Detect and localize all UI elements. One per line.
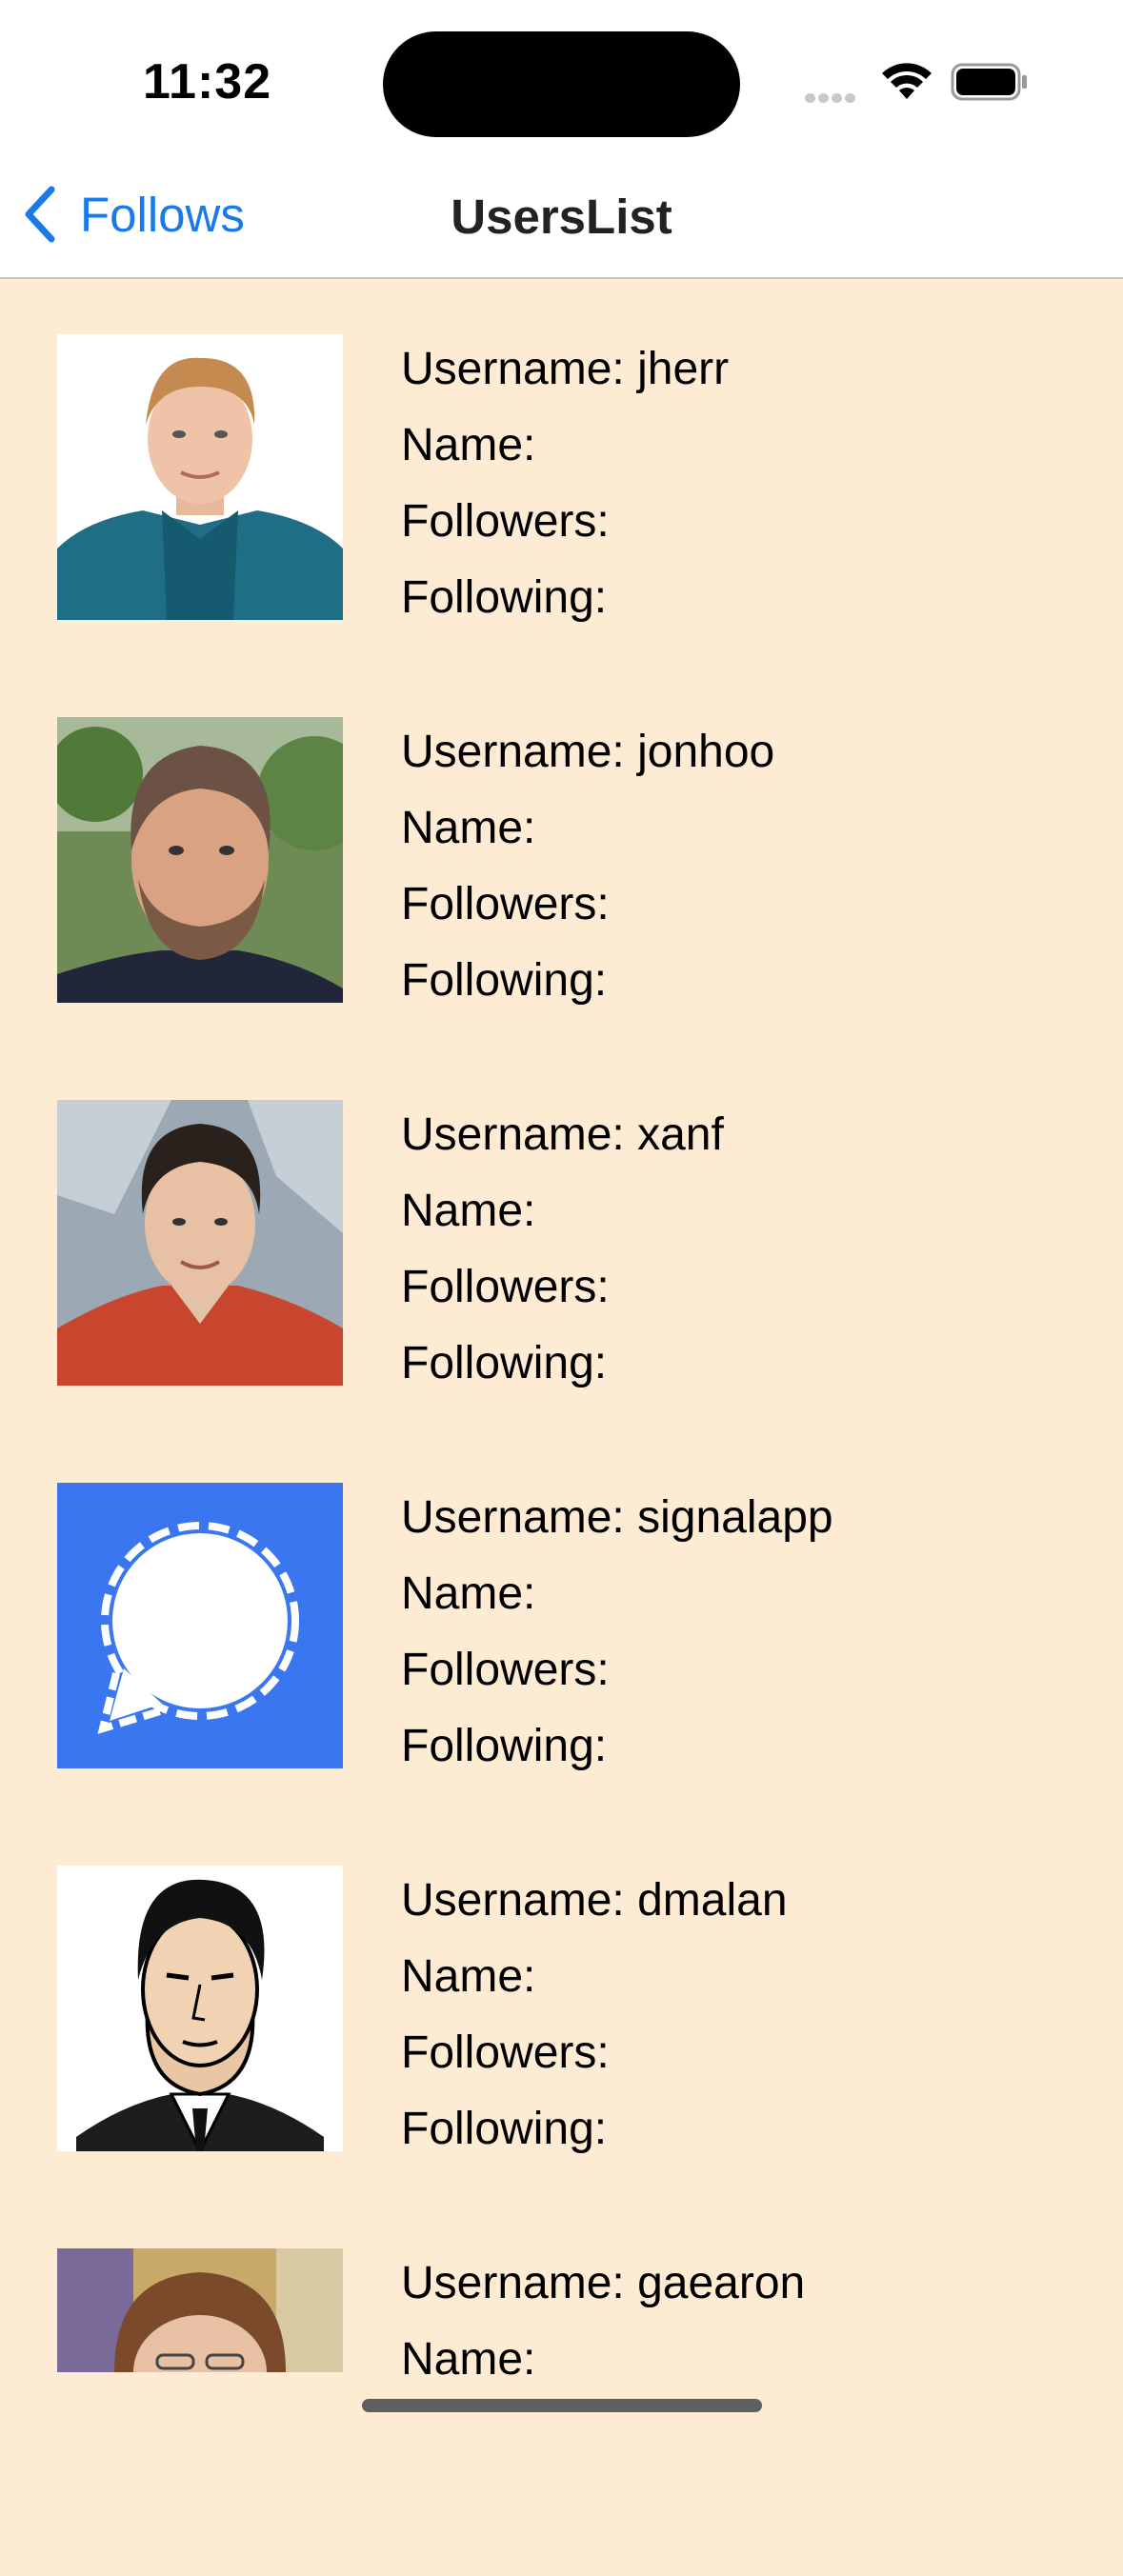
name-text: Name: — [401, 420, 536, 470]
following-text: Following: — [401, 955, 608, 1006]
name-text: Name: — [401, 1568, 536, 1619]
list-item[interactable]: Username: dmalan Name: Followers: Follow… — [0, 1810, 1123, 2193]
name-text: Name: — [401, 1186, 536, 1236]
username-text: Username: jherr — [401, 344, 730, 394]
username-text: Username: dmalan — [401, 1875, 788, 1926]
following-text: Following: — [401, 1338, 608, 1388]
username-text: Username: jonhoo — [401, 727, 775, 777]
cellular-signal-icon — [805, 90, 858, 108]
top-bar: 11:32 Follows UsersList — [0, 0, 1123, 279]
list-item[interactable]: Username: xanf Name: Followers: Followin… — [0, 1045, 1123, 1428]
avatar — [57, 2248, 343, 2372]
followers-text: Followers: — [401, 496, 610, 547]
status-time: 11:32 — [143, 54, 272, 110]
avatar — [57, 1483, 343, 1768]
dynamic-island — [383, 31, 740, 137]
avatar — [57, 717, 343, 1003]
followers-text: Followers: — [401, 1262, 610, 1312]
wifi-icon — [882, 63, 932, 99]
username-text: Username: gaearon — [401, 2258, 806, 2308]
followers-text: Followers: — [401, 2027, 610, 2078]
home-indicator[interactable] — [362, 2399, 762, 2412]
followers-text: Followers: — [401, 1645, 610, 1695]
battery-icon — [951, 63, 1027, 101]
avatar — [57, 1100, 343, 1386]
list-item[interactable]: Username: jonhoo Name: Followers: Follow… — [0, 662, 1123, 1045]
list-item[interactable]: Username: gaearon Name: — [0, 2193, 1123, 2576]
followers-text: Followers: — [401, 879, 610, 929]
following-text: Following: — [401, 572, 608, 623]
name-text: Name: — [401, 2334, 536, 2385]
name-text: Name: — [401, 1951, 536, 2002]
name-text: Name: — [401, 803, 536, 853]
following-text: Following: — [401, 1721, 608, 1771]
page-title: UsersList — [451, 190, 672, 244]
username-text: Username: signalapp — [401, 1492, 833, 1543]
list-item[interactable]: Username: jherr Name: Followers: Followi… — [0, 279, 1123, 662]
list-item[interactable]: Username: signalapp Name: Followers: Fol… — [0, 1428, 1123, 1810]
avatar — [57, 334, 343, 620]
avatar — [57, 1866, 343, 2151]
username-text: Username: xanf — [401, 1109, 724, 1160]
following-text: Following: — [401, 2104, 608, 2154]
